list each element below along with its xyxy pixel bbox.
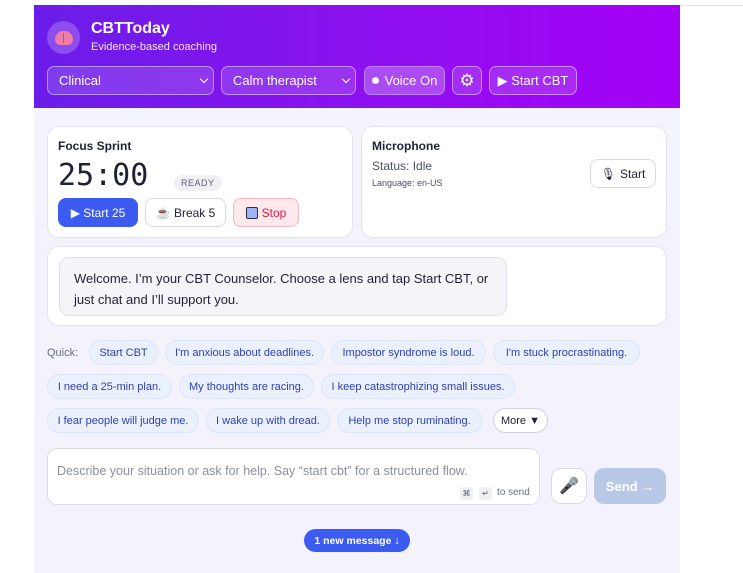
quick-chip[interactable]: I fear people will judge me. [47,408,199,433]
mic-start-label: Start [619,166,646,181]
microphone-card: Microphone Status: Idle Language: en-US … [361,126,667,238]
timer-display: 25:00 [58,158,149,193]
quick-chip[interactable]: My thoughts are racing. [179,374,314,399]
more-chips-button[interactable]: More ▼ [493,408,548,433]
microphone-icon: 🎙 [600,166,616,181]
brain-logo-icon [47,21,80,54]
window-divider [680,5,743,6]
app-header: CBTToday Evidence-based coaching Clinica… [34,5,680,108]
persona-select-value: Calm therapist [233,73,317,88]
lens-select[interactable]: Clinical [47,66,214,95]
microphone-title: Microphone [372,139,440,153]
quick-chip[interactable]: Start CBT [89,340,158,365]
app-subtitle: Evidence-based coaching [91,41,217,53]
app-title: CBTToday [91,20,170,37]
stop-label: Stop [261,205,287,220]
microphone-icon: 🎤 [559,478,579,495]
quick-chip[interactable]: Help me stop ruminating. [337,408,482,433]
command-key-icon: ⌘ [460,487,473,500]
quick-chip[interactable]: I wake up with dread. [206,408,330,433]
focus-sprint-title: Focus Sprint [58,139,132,153]
quick-chip[interactable]: I'm anxious about deadlines. [165,340,324,365]
message-input[interactable]: Describe your situation or ask for help.… [47,448,540,505]
stop-icon [245,206,258,219]
voice-toggle-label: Voice On [384,73,438,88]
message-input-placeholder: Describe your situation or ask for help.… [57,464,468,478]
lens-select-value: Clinical [59,73,101,88]
gear-icon: ⚙ [459,70,475,90]
persona-select[interactable]: Calm therapist [221,66,356,95]
stop-button[interactable]: Stop [233,198,299,227]
break-5-button[interactable]: ☕ Break 5 [145,198,226,227]
quick-chip[interactable]: Impostor syndrome is loud. [331,340,486,365]
quick-chip[interactable]: I need a 25-min plan. [47,374,172,399]
send-button[interactable]: Send → [594,468,666,504]
app-container: CBTToday Evidence-based coaching Clinica… [34,5,680,573]
status-badge: READY [174,175,222,191]
voice-toggle-button[interactable]: Voice On [364,66,445,95]
start-cbt-button[interactable]: ▶ Start CBT [489,66,577,95]
send-hint: to send [497,487,530,498]
quick-chip[interactable]: I keep catastrophizing small issues. [321,374,515,399]
enter-key-icon: ↵ [479,487,492,500]
mic-status: Status: Idle [372,159,433,173]
assistant-message: Welcome. I’m your CBT Counselor. Choose … [59,257,507,316]
settings-button[interactable]: ⚙ [452,66,482,95]
voice-input-button[interactable]: 🎤 [551,468,587,504]
mic-start-button[interactable]: 🎙 Start [590,159,656,188]
chevron-down-icon [341,74,351,84]
start-25-button[interactable]: ▶ Start 25 [58,198,138,227]
chevron-down-icon [199,74,209,84]
chat-panel: Welcome. I’m your CBT Counselor. Choose … [47,246,667,326]
start-cbt-label: ▶ Start CBT [497,72,569,88]
quick-chip[interactable]: I'm stuck procrastinating. [493,340,640,365]
focus-sprint-card: Focus Sprint 25:00 READY ▶ Start 25 ☕ Br… [47,126,353,238]
status-dot-icon [371,77,379,84]
mic-language: Language: en-US [372,178,443,188]
new-message-pill[interactable]: 1 new message ↓ [304,529,410,552]
quick-label: Quick: [47,347,79,359]
